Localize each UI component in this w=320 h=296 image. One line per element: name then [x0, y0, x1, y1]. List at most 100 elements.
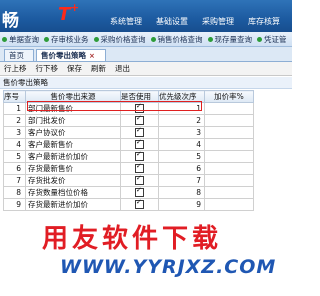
- table-row[interactable]: 5 客户最新进价加价 ✓ 5: [3, 150, 254, 163]
- cell-markup[interactable]: [204, 198, 254, 211]
- cell-source[interactable]: 存货最新进价加价: [25, 198, 121, 211]
- cell-priority[interactable]: 6: [158, 162, 205, 175]
- menu-inventory[interactable]: 库存核算: [244, 14, 284, 30]
- tab-price-strategy[interactable]: 售价零出策略 ×: [36, 49, 106, 61]
- col-header-priority[interactable]: 优先级次序: [158, 90, 205, 103]
- cell-used: ✓: [120, 150, 159, 163]
- cell-markup[interactable]: [204, 126, 254, 139]
- cell-priority[interactable]: 8: [158, 186, 205, 199]
- cell-index: 3: [3, 126, 26, 139]
- bullet-icon: [257, 36, 262, 42]
- col-header-markup[interactable]: 加价率%: [204, 90, 254, 103]
- used-checkbox[interactable]: ✓: [135, 200, 144, 210]
- cell-source[interactable]: 客户最新进价加价: [25, 150, 121, 163]
- quick-item-stock-query[interactable]: 现存量查询: [207, 34, 252, 45]
- move-row-up-button[interactable]: 行上移: [4, 63, 27, 74]
- cell-source[interactable]: 部门最新售价: [25, 102, 121, 115]
- bullet-icon: [2, 36, 7, 42]
- cell-priority[interactable]: 3: [158, 126, 205, 139]
- quick-launch-bar: 单据查询 存审核业务 采购价格查询 销售价格查询 现存量查询 凭证管: [0, 32, 292, 47]
- col-header-used[interactable]: 是否使用: [120, 90, 159, 103]
- quick-item-voucher[interactable]: 凭证管: [257, 34, 287, 45]
- cell-priority[interactable]: 5: [158, 150, 205, 163]
- col-header-source[interactable]: 售价零出来源: [25, 90, 121, 103]
- col-header-index[interactable]: 序号: [3, 90, 26, 103]
- cell-used: ✓: [120, 174, 159, 187]
- table-row[interactable]: 4 客户最新售价 ✓ 4: [3, 138, 254, 151]
- used-checkbox[interactable]: ✓: [135, 114, 144, 126]
- cell-source[interactable]: 客户协议价: [25, 126, 121, 139]
- toolbar: 行上移 行下移 保存 刷新 退出: [0, 62, 292, 76]
- move-row-down-button[interactable]: 行下移: [36, 63, 59, 74]
- quick-item-purchase-price[interactable]: 采购价格查询: [93, 34, 146, 45]
- table-header-row: 序号 售价零出来源 是否使用 优先级次序 加价率%: [3, 90, 254, 103]
- quick-item-label: 存审核业务: [51, 34, 89, 44]
- strategy-table: 序号 售价零出来源 是否使用 优先级次序 加价率% 1 部门最新售价 ✓ 1 2 部门批发…: [3, 90, 254, 211]
- table-row[interactable]: 3 客户协议价 ✓ 3: [3, 126, 254, 139]
- cell-priority[interactable]: 2: [158, 114, 205, 127]
- table-row[interactable]: 2 部门批发价 ✓ 2: [3, 114, 254, 127]
- check-icon: ✓: [136, 102, 142, 111]
- brand-t: T: [58, 4, 71, 25]
- bullet-icon: [44, 36, 49, 42]
- section-title: 售价零出策略: [0, 77, 292, 89]
- check-icon: ✓: [136, 150, 142, 159]
- quick-item-doc-query[interactable]: 单据查询: [2, 34, 39, 45]
- check-icon: ✓: [136, 114, 142, 123]
- cell-priority[interactable]: 7: [158, 174, 205, 187]
- bullet-icon: [150, 36, 156, 42]
- quick-item-audit[interactable]: 存审核业务: [44, 34, 89, 45]
- used-checkbox[interactable]: ✓: [135, 140, 144, 150]
- table-row[interactable]: 8 存货数量档位价格 ✓ 8: [3, 186, 254, 199]
- check-icon: ✓: [136, 174, 142, 183]
- used-checkbox[interactable]: ✓: [135, 150, 144, 162]
- used-checkbox[interactable]: ✓: [135, 102, 144, 114]
- cell-index: 9: [3, 198, 26, 211]
- refresh-button[interactable]: 刷新: [91, 63, 106, 74]
- cell-source[interactable]: 存货批发价: [25, 174, 121, 187]
- cell-used: ✓: [120, 102, 159, 115]
- watermark-text: 用友软件下载: [42, 224, 223, 254]
- cell-index: 2: [3, 114, 26, 127]
- table-row[interactable]: 6 存货最新售价 ✓ 6: [3, 162, 254, 175]
- menu-purchase[interactable]: 采购管理: [198, 14, 238, 30]
- table-row[interactable]: 7 存货批发价 ✓ 7: [3, 174, 254, 187]
- quick-item-label: 销售价格查询: [157, 34, 203, 44]
- cell-used: ✓: [120, 186, 159, 199]
- menu-system[interactable]: 系统管理: [106, 14, 146, 30]
- check-icon: ✓: [136, 186, 142, 195]
- cell-markup[interactable]: [204, 162, 254, 175]
- cell-markup[interactable]: [204, 150, 254, 163]
- menu-sales[interactable]: 销: [290, 14, 306, 30]
- quick-item-label: 单据查询: [9, 34, 39, 44]
- menu-basic-settings[interactable]: 基础设置: [152, 14, 192, 30]
- cell-used: ✓: [120, 114, 159, 127]
- cell-priority[interactable]: 9: [158, 198, 205, 211]
- cell-markup[interactable]: [204, 174, 254, 187]
- table-row[interactable]: 9 存货最新进价加价 ✓ 9: [3, 198, 254, 211]
- cell-source[interactable]: 客户最新售价: [25, 138, 121, 151]
- used-checkbox[interactable]: ✓: [135, 186, 144, 198]
- cell-used: ✓: [120, 198, 159, 211]
- used-checkbox[interactable]: ✓: [135, 128, 144, 138]
- cell-priority[interactable]: 4: [158, 138, 205, 151]
- table-body: 1 部门最新售价 ✓ 1 2 部门批发价 ✓ 2 3 客户协议价 ✓ 3 4 客户最新售价 ✓ 4 5 客户最新进…: [3, 102, 254, 211]
- cell-markup[interactable]: [204, 186, 254, 199]
- cell-priority[interactable]: 1: [158, 102, 205, 115]
- table-row[interactable]: 1 部门最新售价 ✓ 1: [3, 102, 254, 115]
- used-checkbox[interactable]: ✓: [135, 174, 144, 186]
- cell-source[interactable]: 部门批发价: [25, 114, 121, 127]
- save-button[interactable]: 保存: [67, 63, 82, 74]
- cell-source[interactable]: 存货最新售价: [25, 162, 121, 175]
- quick-item-sales-price[interactable]: 销售价格查询: [150, 34, 203, 45]
- cell-markup[interactable]: [204, 138, 254, 151]
- used-checkbox[interactable]: ✓: [135, 164, 144, 174]
- cell-markup[interactable]: [204, 114, 254, 127]
- tab-home[interactable]: 首页: [4, 49, 34, 61]
- exit-button[interactable]: 退出: [115, 63, 130, 74]
- cell-index: 4: [3, 138, 26, 151]
- cell-source[interactable]: 存货数量档位价格: [25, 186, 121, 199]
- cell-markup[interactable]: [204, 102, 254, 115]
- close-icon[interactable]: ×: [89, 52, 95, 60]
- cell-index: 1: [3, 102, 26, 115]
